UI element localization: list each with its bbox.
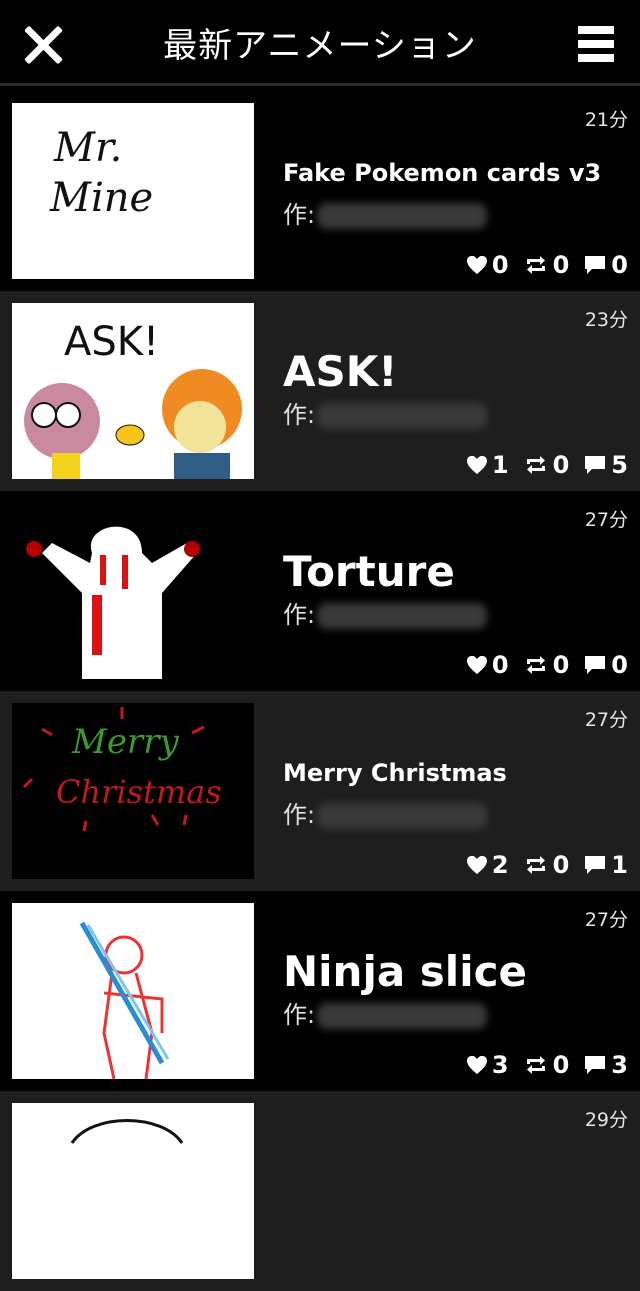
animation-thumbnail[interactable] bbox=[12, 903, 254, 1079]
list-item[interactable]: 27分 Torture 作: 0 0 0 bbox=[0, 491, 640, 691]
like-stat[interactable]: 1 bbox=[466, 451, 509, 479]
comment-stat[interactable]: 3 bbox=[583, 1051, 628, 1079]
comment-icon bbox=[585, 656, 606, 674]
svg-text:Merry: Merry bbox=[71, 722, 179, 762]
comment-icon bbox=[585, 456, 606, 474]
comment-stat[interactable]: 0 bbox=[583, 651, 628, 679]
time-ago: 27分 bbox=[584, 909, 628, 931]
repost-stat[interactable]: 0 bbox=[523, 251, 569, 279]
author-name-blurred[interactable] bbox=[317, 803, 488, 829]
animation-thumbnail[interactable]: ASK! bbox=[12, 303, 254, 479]
comment-stat[interactable]: 1 bbox=[583, 851, 628, 879]
list-item[interactable]: 27分 Ninja slice 作: 3 0 3 bbox=[0, 891, 640, 1091]
comment-icon bbox=[585, 1056, 606, 1074]
time-ago: 21分 bbox=[584, 109, 628, 131]
heart-icon bbox=[466, 855, 487, 875]
animation-thumbnail[interactable]: Mr. Mine bbox=[12, 103, 254, 279]
time-ago: 27分 bbox=[584, 709, 628, 731]
repost-icon bbox=[526, 456, 545, 474]
repost-icon bbox=[526, 656, 545, 674]
comment-icon bbox=[585, 856, 606, 874]
stats-bar: 2 0 1 bbox=[452, 851, 628, 879]
like-stat[interactable]: 2 bbox=[466, 851, 509, 879]
stats-bar: 0 0 0 bbox=[452, 651, 628, 679]
author-name-blurred[interactable] bbox=[317, 403, 488, 429]
hamburger-menu-icon[interactable] bbox=[578, 24, 614, 64]
animation-thumbnail[interactable] bbox=[12, 1103, 254, 1279]
author-line: 作: bbox=[283, 795, 488, 830]
svg-text:ASK!: ASK! bbox=[64, 319, 159, 365]
svg-text:Mine: Mine bbox=[49, 175, 153, 221]
heart-icon bbox=[466, 655, 487, 675]
animation-title[interactable]: Fake Pokemon cards v3 bbox=[283, 159, 601, 187]
repost-icon bbox=[526, 256, 545, 274]
stats-bar: 1 0 5 bbox=[452, 451, 628, 479]
animation-title[interactable]: Merry Christmas bbox=[283, 759, 507, 787]
time-ago: 29分 bbox=[584, 1109, 628, 1131]
comment-stat[interactable]: 5 bbox=[583, 451, 628, 479]
svg-text:Christmas: Christmas bbox=[56, 773, 222, 811]
like-stat[interactable]: 0 bbox=[466, 651, 509, 679]
animation-thumbnail[interactable] bbox=[12, 503, 254, 679]
heart-icon bbox=[466, 1055, 487, 1075]
list-item[interactable]: 29分 bbox=[0, 1091, 640, 1291]
repost-stat[interactable]: 0 bbox=[523, 851, 569, 879]
comment-icon bbox=[585, 256, 606, 274]
author-name-blurred[interactable] bbox=[317, 1003, 488, 1029]
svg-text:Mr.: Mr. bbox=[53, 125, 122, 171]
author-name-blurred[interactable] bbox=[317, 203, 488, 229]
author-line: 作: bbox=[283, 995, 488, 1030]
author-line: 作: bbox=[283, 195, 488, 230]
repost-stat[interactable]: 0 bbox=[523, 451, 569, 479]
repost-stat[interactable]: 0 bbox=[523, 1051, 569, 1079]
time-ago: 27分 bbox=[584, 509, 628, 531]
like-stat[interactable]: 0 bbox=[466, 251, 509, 279]
animation-title[interactable]: Torture bbox=[283, 547, 455, 596]
author-line: 作: bbox=[283, 595, 488, 630]
page-title: 最新アニメーション bbox=[163, 26, 477, 66]
list-item[interactable]: ASK! 23分 ASK! 作: 1 0 5 bbox=[0, 291, 640, 491]
author-name-blurred[interactable] bbox=[317, 603, 488, 629]
repost-stat[interactable]: 0 bbox=[523, 651, 569, 679]
time-ago: 23分 bbox=[584, 309, 628, 331]
heart-icon bbox=[466, 455, 487, 475]
header-bar: 最新アニメーション bbox=[0, 0, 640, 86]
animation-title[interactable]: Ninja slice bbox=[283, 947, 527, 996]
comment-stat[interactable]: 0 bbox=[583, 251, 628, 279]
list-item[interactable]: Mr. Mine 21分 Fake Pokemon cards v3 作: 0 … bbox=[0, 91, 640, 291]
author-line: 作: bbox=[283, 395, 488, 430]
heart-icon bbox=[466, 255, 487, 275]
list-item[interactable]: Merry Christmas 27分 Merry Christmas 作: 2… bbox=[0, 691, 640, 891]
animation-list: Mr. Mine 21分 Fake Pokemon cards v3 作: 0 … bbox=[0, 91, 640, 1291]
stats-bar: 0 0 0 bbox=[452, 251, 628, 279]
like-stat[interactable]: 3 bbox=[466, 1051, 509, 1079]
repost-icon bbox=[526, 1056, 545, 1074]
repost-icon bbox=[526, 856, 545, 874]
stats-bar: 3 0 3 bbox=[452, 1051, 628, 1079]
animation-thumbnail[interactable]: Merry Christmas bbox=[12, 703, 254, 879]
animation-title[interactable]: ASK! bbox=[283, 347, 397, 396]
